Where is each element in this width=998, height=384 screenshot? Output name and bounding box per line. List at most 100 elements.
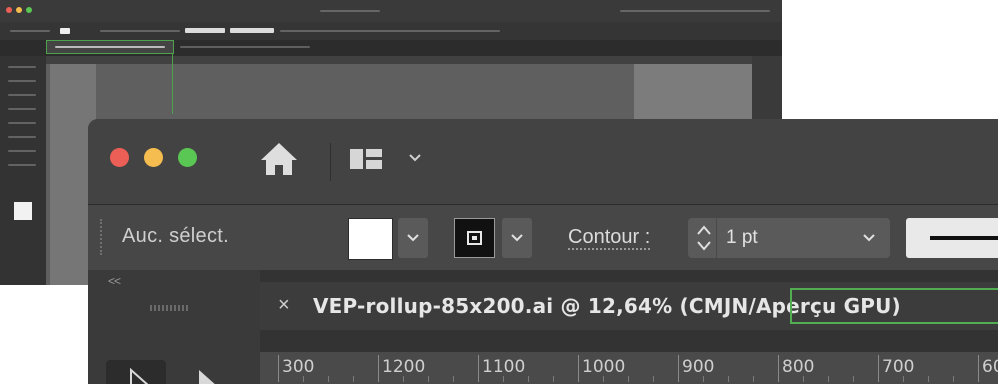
stepper-divider	[716, 218, 717, 258]
thumb-options-bar	[0, 22, 782, 40]
ruler-minor-tick	[503, 376, 504, 382]
stroke-weight-dropdown[interactable]	[848, 218, 890, 258]
thumb-titlebar	[0, 0, 782, 22]
selection-tool-button[interactable]	[106, 360, 166, 384]
control-options-bar: Auc. sélect. Contour : 1 pt	[88, 205, 998, 270]
document-filename: VEP-rollup-85x200.ai @ 12,64%	[313, 294, 680, 318]
thumb-tool-row	[8, 80, 36, 82]
stroke-style-line	[930, 236, 998, 240]
stroke-dropdown-button[interactable]	[502, 218, 532, 258]
thumb-opt-3	[280, 30, 500, 32]
ruler-major-tick	[678, 355, 679, 382]
stroke-style-picker[interactable]	[906, 218, 998, 258]
close-tab-icon[interactable]: ×	[278, 294, 290, 317]
thumb-tab-text	[55, 46, 165, 48]
ruler-major-tick	[278, 355, 279, 382]
thumb-tool-row	[8, 66, 36, 68]
ruler-minor-tick	[453, 376, 454, 382]
ruler-major-tick	[578, 355, 579, 382]
color-mode-highlight	[790, 288, 998, 324]
ruler-minor-tick	[803, 376, 804, 382]
ruler-minor-tick	[753, 376, 754, 382]
document-tab-bar: × VEP-rollup-85x200.ai @ 12,64% (CMJN/Ap…	[260, 270, 998, 352]
thumb-title-text	[320, 10, 380, 12]
ruler-minor-tick	[903, 376, 904, 382]
thumb-search	[620, 10, 770, 12]
home-icon[interactable]	[259, 141, 299, 177]
fill-color-swatch[interactable]	[348, 218, 393, 260]
collapse-panel-button[interactable]: <<	[108, 274, 121, 288]
thumb-callout-line	[172, 54, 173, 114]
ruler-major-tick	[878, 355, 879, 382]
thumb-opt-2	[100, 30, 180, 32]
close-window-button[interactable]	[110, 148, 129, 167]
ruler-minor-tick	[828, 376, 829, 382]
ruler-minor-tick	[928, 376, 929, 382]
ruler-major-tick	[978, 355, 979, 382]
toolbar-separator	[330, 143, 331, 181]
zoomed-app-window: Auc. sélect. Contour : 1 pt << × VEP-rol…	[88, 119, 998, 384]
ruler-minor-tick	[428, 376, 429, 382]
ruler-major-tick	[778, 355, 779, 382]
thumb-tool-row	[8, 164, 36, 166]
ruler-minor-tick	[528, 376, 529, 382]
ruler-label: 800	[782, 357, 815, 377]
thumb-tool-row	[8, 136, 36, 138]
options-bar-grip[interactable]	[100, 219, 105, 255]
ruler-minor-tick	[953, 376, 954, 382]
chevron-down-icon	[407, 234, 419, 242]
ruler-label: 700	[882, 357, 915, 377]
chevron-down-icon	[511, 234, 523, 242]
ruler-major-tick	[378, 355, 379, 382]
thumb-fill-swatch	[14, 202, 32, 220]
selection-status-label: Auc. sélect.	[122, 225, 229, 247]
ruler-label: 1000	[582, 357, 626, 377]
ruler-minor-tick	[853, 376, 854, 382]
stroke-panel-link[interactable]: Contour :	[568, 227, 651, 250]
zoom-window-button[interactable]	[178, 148, 197, 167]
horizontal-ruler[interactable]: 300 1200 1100 1000 900 800 700 60	[260, 352, 998, 384]
fill-dropdown-button[interactable]	[398, 218, 428, 258]
ruler-minor-tick	[728, 376, 729, 382]
chevron-down-icon	[863, 234, 875, 242]
ruler-minor-tick	[403, 376, 404, 382]
ruler-minor-tick	[703, 376, 704, 382]
selection-arrow-icon	[130, 368, 149, 384]
ruler-minor-tick	[553, 376, 554, 382]
tools-panel: <<	[88, 270, 260, 384]
ruler-label: 1100	[482, 357, 526, 377]
ruler-label: 900	[682, 357, 715, 377]
ruler-minor-tick	[353, 376, 354, 382]
document-tab[interactable]: × VEP-rollup-85x200.ai @ 12,64% (CMJN/Ap…	[260, 282, 998, 330]
thumb-tool-row	[8, 94, 36, 96]
ruler-minor-tick	[653, 376, 654, 382]
thumb-toolbox	[0, 56, 46, 285]
stroke-swatch-icon	[467, 231, 482, 245]
thumb-zoom-dot	[26, 7, 32, 13]
thumb-minimize-dot	[16, 7, 22, 13]
workspace-chevron-down-icon[interactable]	[408, 153, 422, 163]
stepper-arrows-icon[interactable]	[694, 222, 714, 254]
workspace-layout-icon[interactable]	[348, 145, 384, 173]
minimize-window-button[interactable]	[144, 148, 163, 167]
window-titlebar	[88, 119, 998, 205]
thumb-ruler	[46, 56, 752, 64]
panel-grip[interactable]	[150, 305, 188, 311]
thumb-tool-row	[8, 122, 36, 124]
ruler-label: 300	[282, 357, 315, 377]
stroke-weight-value[interactable]: 1 pt	[726, 227, 758, 249]
ruler-minor-tick	[628, 376, 629, 382]
ruler-label: 1200	[382, 357, 426, 377]
thumb-tab2-text	[180, 46, 310, 48]
direct-selection-arrow-icon[interactable]	[196, 368, 220, 384]
thumb-opt-1	[10, 30, 50, 32]
thumb-tool-row	[8, 150, 36, 152]
thumb-opt-swatch	[60, 28, 70, 34]
ruler-label: 60	[982, 357, 998, 377]
thumb-traffic-lights	[6, 7, 32, 13]
thumb-opt-style	[230, 28, 274, 33]
ruler-minor-tick	[328, 376, 329, 382]
thumb-artboard-right	[634, 64, 752, 119]
stroke-color-swatch[interactable]	[454, 218, 495, 258]
thumb-close-dot	[6, 7, 12, 13]
